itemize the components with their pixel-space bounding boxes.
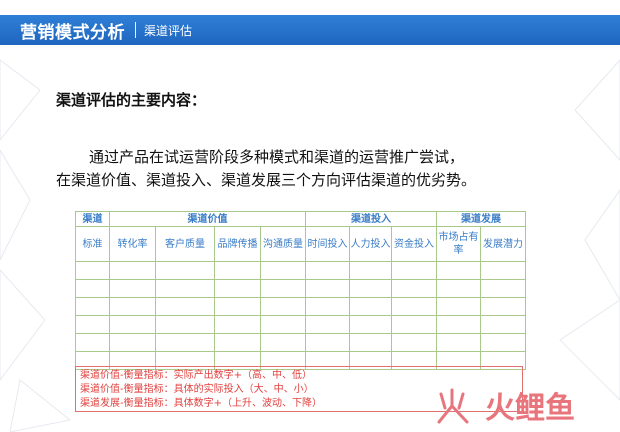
table-cell	[260, 315, 306, 334]
table-cell	[75, 279, 110, 298]
page-heading: 渠道评估的主要内容：	[56, 91, 207, 109]
table-cell	[436, 261, 482, 280]
table-cell	[305, 333, 350, 352]
group-header-row: 渠道 渠道价值 渠道投入 渠道发展	[75, 211, 527, 227]
table-cell	[109, 315, 156, 334]
evaluation-table: 渠道 渠道价值 渠道投入 渠道发展 标准 转化率 客户质量 品牌传播 沟通质量 …	[75, 211, 527, 370]
table-cell	[260, 279, 306, 298]
table-cell	[155, 279, 215, 298]
group-channel-value: 渠道价值	[109, 211, 306, 227]
table-cell	[75, 315, 110, 334]
table-cell	[480, 261, 527, 280]
group-channel-development: 渠道发展	[436, 211, 527, 227]
table-cell	[75, 261, 110, 280]
table-cell	[214, 297, 261, 316]
col-customer-quality: 客户质量	[155, 226, 215, 262]
table-cell	[305, 261, 350, 280]
table-cell	[214, 279, 261, 298]
col-market-share: 市场占有率	[436, 226, 482, 262]
col-brand-spread: 品牌传播	[214, 226, 261, 262]
table-cell	[480, 279, 527, 298]
col-standard: 标准	[75, 226, 110, 262]
table-row	[75, 297, 527, 316]
table-cell	[75, 333, 110, 352]
table-cell	[155, 315, 215, 334]
table-cell	[480, 315, 527, 334]
table-cell	[390, 279, 438, 298]
col-time-input: 时间投入	[305, 226, 350, 262]
table-cell	[214, 315, 261, 334]
table-cell	[260, 297, 306, 316]
col-labor-input: 人力投入	[349, 226, 392, 262]
table-cell	[109, 333, 156, 352]
table-cell	[349, 261, 392, 280]
table-row	[75, 261, 527, 280]
table-cell	[305, 279, 350, 298]
table-cell	[109, 279, 156, 298]
table-cell	[349, 279, 392, 298]
intro-paragraph: 通过产品在试运营阶段多种模式和渠道的运营推广尝试， 在渠道价值、渠道投入、渠道发…	[56, 146, 576, 192]
header-title: 营销模式分析	[20, 22, 125, 43]
table-cell	[436, 315, 482, 334]
table-cell	[75, 297, 110, 316]
table-cell	[349, 297, 392, 316]
column-header-row: 标准 转化率 客户质量 品牌传播 沟通质量 时间投入 人力投入 资金投入 市场占…	[75, 226, 527, 262]
group-channel: 渠道	[75, 211, 110, 227]
table-cell	[260, 333, 306, 352]
section-header: 营销模式分析 渠道评估	[0, 15, 620, 45]
table-cell	[436, 333, 482, 352]
table-cell	[109, 297, 156, 316]
header-divider	[135, 22, 136, 38]
table-cell	[436, 297, 482, 316]
table-cell	[305, 297, 350, 316]
table-cell	[349, 315, 392, 334]
brand-logo: 火鲤鱼	[437, 388, 575, 426]
table-cell	[155, 333, 215, 352]
table-cell	[390, 261, 438, 280]
intro-line-2: 在渠道价值、渠道投入、渠道发展三个方向评估渠道的优劣势。	[56, 171, 477, 189]
table-row	[75, 315, 527, 334]
table-cell	[480, 297, 527, 316]
table-cell	[349, 333, 392, 352]
table-cell	[390, 315, 438, 334]
table-cell	[305, 315, 350, 334]
table-row	[75, 279, 527, 298]
table-row	[75, 333, 527, 352]
table-cell	[480, 333, 527, 352]
table-cell	[109, 261, 156, 280]
logo-text: 火鲤鱼	[485, 391, 575, 426]
table-cell	[155, 297, 215, 316]
group-channel-input: 渠道投入	[304, 211, 438, 227]
table-cell	[390, 297, 438, 316]
col-communication-quality: 沟通质量	[260, 226, 306, 262]
table-body	[75, 261, 527, 370]
table-cell	[214, 261, 261, 280]
table-cell	[214, 333, 261, 352]
table-cell	[390, 333, 438, 352]
table-cell	[260, 261, 306, 280]
header-subtitle: 渠道评估	[144, 23, 193, 38]
intro-line-1: 通过产品在试运营阶段多种模式和渠道的运营推广尝试，	[89, 148, 465, 166]
col-growth-potential: 发展潜力	[480, 226, 527, 262]
col-capital-input: 资金投入	[390, 226, 438, 262]
table-cell	[436, 279, 482, 298]
table-cell	[155, 261, 215, 280]
col-conversion: 转化率	[109, 226, 156, 262]
note-line: 渠道价值-衡量指标：实际产出数字+（高、中、低）	[80, 370, 312, 381]
